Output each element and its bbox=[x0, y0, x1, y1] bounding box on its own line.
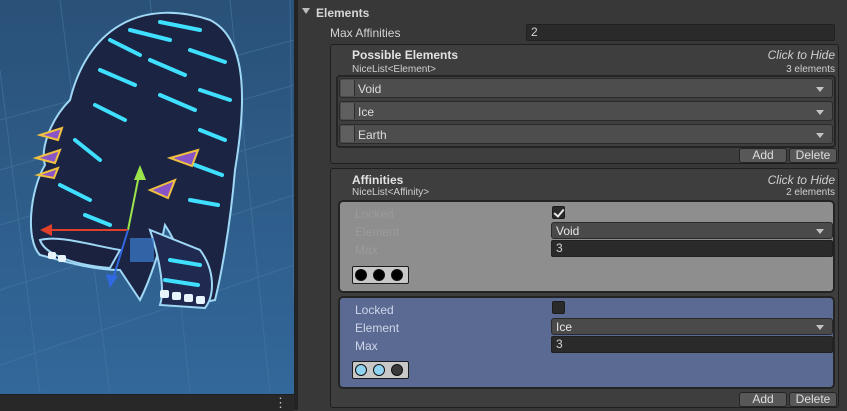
element-dropdown-label: Void bbox=[358, 82, 382, 96]
locked-label: Locked bbox=[355, 207, 394, 221]
possible-elements-list: Possible Elements NiceList<Element> Clic… bbox=[330, 44, 839, 164]
vertical-ellipsis-icon[interactable]: ⋮ bbox=[274, 395, 287, 410]
possible-elements-count: 3 elements bbox=[786, 64, 835, 75]
inspector-panel: Elements Max Affinities 2 Possible Eleme… bbox=[298, 0, 847, 410]
affinities-delete-button[interactable]: Delete bbox=[789, 392, 837, 407]
drag-handle-icon[interactable] bbox=[341, 80, 355, 96]
element-label: Element bbox=[355, 225, 400, 239]
element-select-value: Void bbox=[556, 224, 580, 238]
affinity-color-swatches bbox=[352, 266, 409, 284]
locked-checkbox[interactable] bbox=[552, 206, 565, 219]
scene-render bbox=[0, 0, 294, 394]
element-select-value: Ice bbox=[556, 320, 573, 334]
max-value: 3 bbox=[556, 337, 563, 351]
chevron-down-icon bbox=[816, 110, 824, 115]
affinity-item-selected[interactable]: Locked Element Ice Max 3 bbox=[338, 296, 835, 389]
element-select[interactable]: Void bbox=[551, 222, 833, 239]
affinity-color-swatches bbox=[352, 361, 409, 379]
element-dropdown[interactable]: Void bbox=[339, 78, 833, 98]
affinities-count: 2 elements bbox=[786, 187, 835, 198]
drag-handle-icon[interactable] bbox=[341, 103, 355, 119]
element-dropdown-label: Ice bbox=[358, 105, 375, 119]
possible-elements-title: Possible Elements bbox=[352, 48, 459, 62]
color-swatch bbox=[355, 364, 367, 376]
element-dropdown[interactable]: Earth bbox=[339, 124, 833, 144]
possible-elements-add-button[interactable]: Add bbox=[739, 148, 787, 163]
foldout-arrow-icon[interactable] bbox=[302, 8, 310, 14]
element-dropdown[interactable]: Ice bbox=[339, 101, 833, 121]
max-input[interactable]: 3 bbox=[551, 336, 833, 353]
max-affinities-label: Max Affinities bbox=[330, 26, 401, 40]
chevron-down-icon bbox=[816, 87, 824, 92]
affinities-title: Affinities bbox=[352, 173, 404, 187]
possible-elements-type: NiceList<Element> bbox=[352, 64, 436, 75]
element-label: Element bbox=[355, 321, 400, 335]
max-input[interactable]: 3 bbox=[551, 240, 833, 257]
chevron-down-icon bbox=[816, 229, 824, 234]
affinity-item[interactable]: Locked Element Void Max 3 bbox=[338, 200, 835, 293]
max-affinities-input[interactable]: 2 bbox=[526, 24, 835, 41]
possible-elements-delete-button[interactable]: Delete bbox=[789, 148, 837, 163]
chevron-down-icon bbox=[816, 325, 824, 330]
elements-foldout-title[interactable]: Elements bbox=[316, 6, 369, 20]
affinities-hide-toggle[interactable]: Click to Hide bbox=[768, 173, 835, 187]
scene-footer-bar: ⋮ bbox=[0, 394, 294, 411]
affinities-type: NiceList<Affinity> bbox=[352, 187, 430, 198]
locked-label: Locked bbox=[355, 303, 394, 317]
drag-handle-icon[interactable] bbox=[341, 126, 355, 142]
affinities-list: Affinities NiceList<Affinity> Click to H… bbox=[330, 168, 839, 408]
max-label: Max bbox=[355, 339, 378, 353]
color-swatch bbox=[373, 364, 385, 376]
color-swatch bbox=[355, 269, 367, 281]
checkmark-icon bbox=[553, 206, 565, 218]
possible-elements-items: Void Ice Earth bbox=[336, 75, 836, 148]
affinities-add-button[interactable]: Add bbox=[739, 392, 787, 407]
color-swatch bbox=[391, 269, 403, 281]
element-select[interactable]: Ice bbox=[551, 318, 833, 335]
max-affinities-value: 2 bbox=[531, 25, 538, 39]
locked-checkbox[interactable] bbox=[552, 301, 565, 314]
chevron-down-icon bbox=[816, 133, 824, 138]
max-label: Max bbox=[355, 243, 378, 257]
possible-elements-hide-toggle[interactable]: Click to Hide bbox=[768, 48, 835, 62]
scene-viewport[interactable] bbox=[0, 0, 294, 394]
color-swatch bbox=[373, 269, 385, 281]
element-dropdown-label: Earth bbox=[358, 128, 387, 142]
max-value: 3 bbox=[556, 241, 563, 255]
color-swatch bbox=[391, 364, 403, 376]
